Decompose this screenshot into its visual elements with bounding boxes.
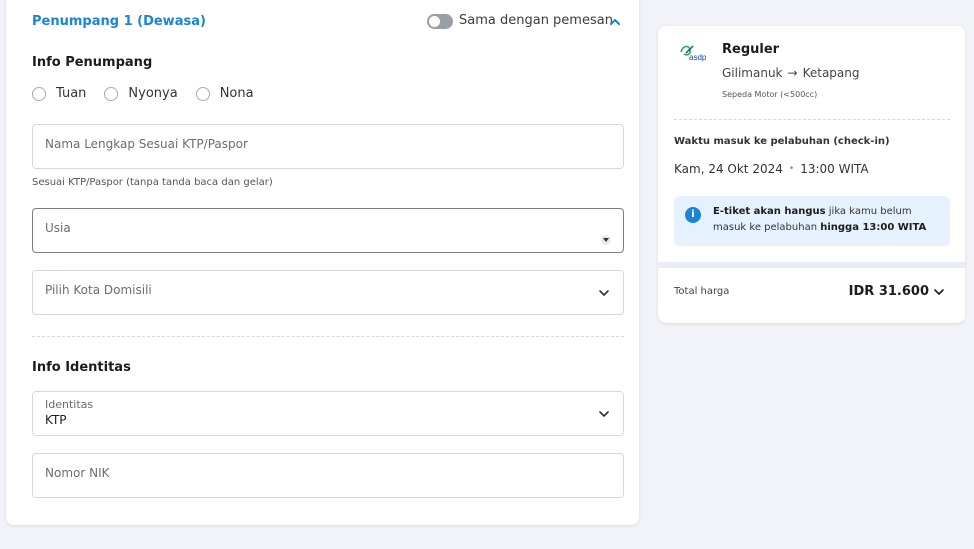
info-icon: i [685, 207, 701, 223]
identity-select[interactable]: Identitas KTP [32, 391, 624, 436]
age-select[interactable]: Usia [32, 208, 624, 253]
total-label: Total harga [674, 286, 730, 297]
notice-bold-1: E-tiket akan hangus [713, 206, 826, 217]
radio-circle[interactable] [104, 86, 119, 101]
radio-label: Tuan [56, 86, 87, 101]
trip-summary-card: asdp Reguler Gilimanuk → Ketapang Sepeda… [658, 26, 965, 323]
separator-dot: • [788, 164, 795, 174]
same-as-booker-toggle[interactable] [427, 14, 453, 29]
summary-band [658, 262, 965, 268]
passenger-title[interactable]: Penumpang 1 (Dewasa) [32, 14, 206, 29]
radio-tuan[interactable]: Tuan [32, 86, 86, 101]
checkin-date: Kam, 24 Okt 2024 [674, 162, 783, 176]
notice-bold-2: hingga 13:00 WITA [820, 222, 927, 233]
chevron-up-icon[interactable] [608, 15, 622, 29]
age-placeholder: Usia [45, 221, 71, 235]
section-divider [32, 336, 624, 337]
checkin-label: Waktu masuk ke pelabuhan (check-in) [674, 136, 890, 147]
radio-label: Nona [219, 86, 254, 101]
passenger-form-card: Penumpang 1 (Dewasa) Sama dengan pemesan… [6, 0, 639, 525]
city-placeholder: Pilih Kota Domisili [45, 283, 152, 297]
origin: Gilimanuk [722, 66, 783, 80]
full-name-placeholder: Nama Lengkap Sesuai KTP/Paspor [45, 137, 248, 151]
chevron-down-icon [934, 288, 944, 295]
identity-label: Identitas [45, 398, 94, 411]
identity-value: KTP [45, 413, 67, 427]
route: Gilimanuk → Ketapang [722, 66, 859, 80]
info-identity-heading: Info Identitas [32, 360, 131, 375]
asdp-logo: asdp [680, 45, 707, 62]
total-price: IDR 31.600 [848, 284, 929, 299]
full-name-helper: Sesuai KTP/Paspor (tanpa tanda baca dan … [32, 177, 273, 188]
radio-circle[interactable] [32, 86, 46, 101]
summary-divider [674, 119, 950, 120]
notice-text: E-tiket akan hangus jika kamu belum masu… [713, 204, 945, 236]
product-name: Reguler [722, 42, 780, 57]
salutation-radio-group: Tuan Nyonya Nona [32, 86, 272, 101]
destination: Ketapang [802, 66, 860, 80]
same-as-booker-label: Sama dengan pemesan [459, 13, 613, 28]
checkin-datetime: Kam, 24 Okt 2024 • 13:00 WITA [674, 162, 869, 176]
logo-text: asdp [689, 53, 707, 62]
radio-nona[interactable]: Nona [195, 86, 254, 101]
nik-placeholder: Nomor NIK [45, 466, 110, 480]
chevron-down-icon [599, 411, 609, 417]
expiry-notice: i E-tiket akan hangus jika kamu belum ma… [674, 196, 950, 246]
dropdown-arrow-icon [601, 235, 611, 245]
full-name-input[interactable]: Nama Lengkap Sesuai KTP/Paspor [32, 124, 624, 169]
city-select[interactable]: Pilih Kota Domisili [32, 270, 624, 315]
arrow-right-icon: → [787, 66, 798, 80]
nik-input[interactable]: Nomor NIK [32, 453, 624, 498]
total-price-button[interactable]: IDR 31.600 [849, 284, 945, 299]
info-passenger-heading: Info Penumpang [32, 55, 153, 70]
vehicle-type: Sepeda Motor (<500cc) [722, 90, 818, 99]
radio-label: Nyonya [128, 86, 178, 101]
radio-nyonya[interactable]: Nyonya [104, 86, 178, 101]
checkin-time: 13:00 WITA [800, 162, 869, 176]
radio-circle[interactable] [195, 86, 210, 101]
chevron-down-icon [599, 290, 609, 296]
